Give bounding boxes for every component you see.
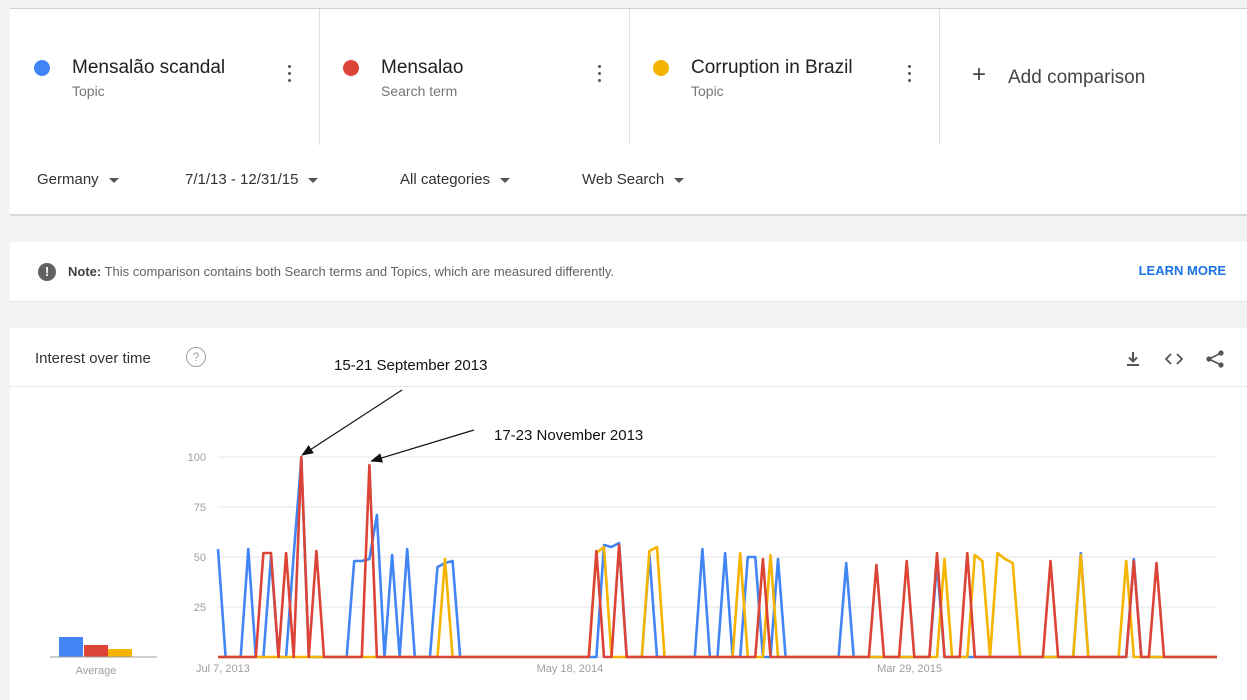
more-vert-icon[interactable] — [908, 65, 912, 83]
term-card-mensalao-scandal[interactable]: Mensalão scandal Topic — [10, 9, 320, 146]
x-tick-label: Jul 7, 2013 — [196, 663, 250, 675]
caret-down-icon — [500, 177, 511, 183]
series-color-dot — [653, 60, 669, 76]
caret-down-icon — [308, 177, 319, 183]
add-comparison-button[interactable]: + Add comparison — [940, 9, 1247, 146]
note-prefix: Note: — [68, 264, 102, 279]
term-name: Mensalão scandal — [72, 57, 226, 78]
interest-chart: 25 50 75 100 Average Jul 7, 2013 May 18, 201… — [50, 389, 1217, 677]
term-card-mensalao[interactable]: Mensalao Search term — [319, 9, 630, 146]
more-vert-icon[interactable] — [288, 65, 292, 83]
y-tick-label: 100 — [188, 452, 206, 464]
average-bar — [59, 637, 83, 657]
category-label: All categories — [400, 171, 491, 188]
caret-down-icon — [674, 177, 685, 183]
annotation-arrow — [301, 389, 403, 456]
y-tick-label: 75 — [194, 502, 206, 514]
add-comparison-label: Add comparison — [1008, 67, 1146, 88]
region-label: Germany — [37, 171, 99, 188]
more-vert-icon[interactable] — [598, 65, 602, 83]
time-range-label: 7/1/13 - 12/31/15 — [185, 171, 299, 188]
search-type-label: Web Search — [582, 171, 665, 188]
term-kind: Topic — [72, 83, 105, 99]
term-kind: Search term — [381, 83, 458, 99]
term-name: Corruption in Brazil — [691, 57, 853, 78]
annotation-arrow — [370, 429, 475, 463]
note-banner: ! Note: This comparison contains both Se… — [10, 242, 1247, 302]
region-dropdown[interactable]: Germany — [37, 171, 119, 188]
caret-down-icon — [108, 177, 119, 183]
time-range-dropdown[interactable]: 7/1/13 - 12/31/15 — [185, 171, 319, 188]
note-text: Note: This comparison contains both Sear… — [68, 264, 614, 279]
category-dropdown[interactable]: All categories — [400, 171, 511, 188]
note-body: This comparison contains both Search ter… — [104, 264, 615, 279]
annotation-label: 15-21 September 2013 — [334, 357, 488, 374]
comparison-terms-bar: Mensalão scandal Topic Mensalao Search t… — [10, 8, 1247, 146]
annotation-label: 17-23 November 2013 — [494, 427, 644, 444]
info-alert-icon: ! — [38, 263, 56, 281]
x-tick-label: May 18, 2014 — [537, 663, 604, 675]
average-bar — [84, 645, 108, 657]
search-type-dropdown[interactable]: Web Search — [582, 171, 685, 188]
series-color-dot — [34, 60, 50, 76]
term-name: Mensalao — [381, 57, 464, 78]
x-tick-label: Mar 29, 2015 — [877, 663, 942, 675]
average-label: Average — [76, 665, 117, 677]
series-color-dot — [343, 60, 359, 76]
plus-icon: + — [972, 61, 987, 88]
y-tick-label: 50 — [194, 552, 206, 564]
filters-bar: Germany 7/1/13 - 12/31/15 All categories… — [10, 145, 1247, 216]
y-tick-label: 25 — [194, 602, 206, 614]
average-bar — [108, 649, 132, 657]
term-card-corruption-in-brazil[interactable]: Corruption in Brazil Topic — [629, 9, 940, 146]
learn-more-link[interactable]: LEARN MORE — [1139, 263, 1226, 278]
term-kind: Topic — [691, 83, 724, 99]
interest-over-time-panel: Interest over time ? 25 50 75 100 Average J… — [10, 328, 1247, 700]
